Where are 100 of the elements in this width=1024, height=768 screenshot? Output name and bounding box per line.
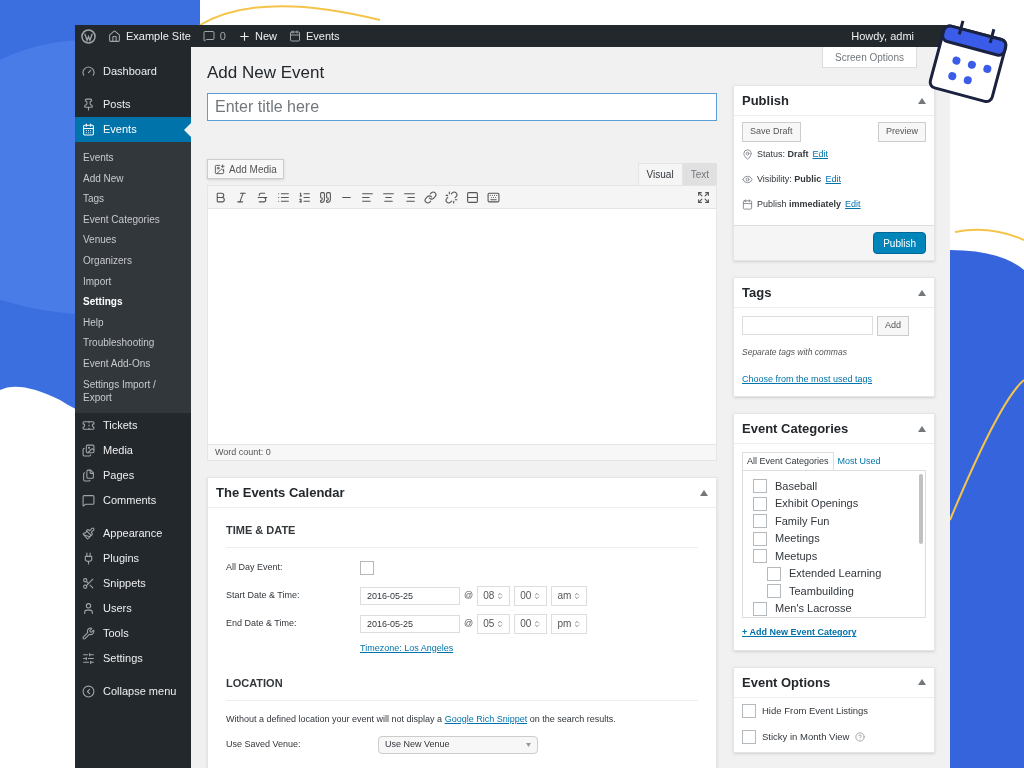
checkbox[interactable] <box>753 601 767 616</box>
submenu-item[interactable]: Event Add-Ons <box>75 353 191 375</box>
submenu-item[interactable]: Add New <box>75 168 191 190</box>
collapse-arrow-icon[interactable] <box>700 489 708 496</box>
venue-select[interactable]: Use New Venue <box>378 736 538 754</box>
pin-icon <box>742 149 753 160</box>
submenu-item[interactable]: Settings Import / Export <box>75 374 191 407</box>
events-link[interactable]: Events <box>288 27 340 45</box>
checkbox[interactable] <box>753 514 767 528</box>
scrollbar[interactable] <box>919 474 923 545</box>
home-icon <box>108 29 121 43</box>
preview-button[interactable]: Preview <box>878 122 926 142</box>
menu-item[interactable]: Snippets <box>75 570 191 596</box>
add-category-link[interactable]: + Add New Event Category <box>742 626 926 640</box>
publish-button[interactable]: Publish <box>873 232 926 254</box>
minute-select[interactable]: 00 <box>514 585 548 606</box>
read-more-icon[interactable] <box>466 190 479 204</box>
meridian-select[interactable]: am <box>551 585 588 606</box>
checkbox[interactable] <box>753 531 767 546</box>
collapse-arrow-icon[interactable] <box>918 679 926 686</box>
at-sign: @ <box>464 588 474 602</box>
checkbox[interactable] <box>753 496 767 511</box>
strikethrough-icon[interactable] <box>256 190 269 204</box>
hour-select[interactable]: 08 <box>477 585 511 606</box>
checkbox[interactable] <box>753 549 767 563</box>
title-field[interactable]: Enter title here <box>207 93 717 121</box>
greeting[interactable]: Howdy, admi <box>851 27 914 45</box>
date-field[interactable]: 2016-05-25 <box>360 614 460 633</box>
menu-item[interactable]: Plugins <box>75 545 191 571</box>
collapse-arrow-icon[interactable] <box>918 425 926 432</box>
editor-tab[interactable]: Text <box>682 163 717 185</box>
submenu-item[interactable]: Settings <box>75 292 191 313</box>
hour-select[interactable]: 05 <box>477 613 511 634</box>
plug-icon <box>82 551 95 565</box>
site-link[interactable]: Example Site <box>108 27 191 45</box>
submenu-item[interactable]: Organizers <box>75 250 191 272</box>
checkbox[interactable] <box>742 730 756 745</box>
minute-select[interactable]: 00 <box>514 613 548 634</box>
edit-link[interactable]: Edit <box>812 147 829 162</box>
timezone-link[interactable]: Timezone: Los Angeles <box>360 641 698 655</box>
add-media-button[interactable]: Add Media <box>207 159 284 179</box>
snippet-link[interactable]: Google Rich Snippet <box>444 713 528 724</box>
section-heading: TIME & DATE <box>226 522 698 548</box>
submenu-item[interactable]: Tags <box>75 189 191 210</box>
edit-link[interactable]: Edit <box>845 197 861 212</box>
publish-setting: Publish immediately <box>757 197 842 211</box>
edit-link[interactable]: Edit <box>825 172 841 187</box>
collapse-arrow-icon[interactable] <box>918 97 926 104</box>
tag-field[interactable] <box>742 316 873 335</box>
submenu-item[interactable]: Import <box>75 271 191 293</box>
category-tab[interactable]: Most Used <box>833 452 885 471</box>
scissors-icon <box>82 576 95 590</box>
most-used-tags-link[interactable]: Choose from the most used tags <box>742 372 926 387</box>
menu-item[interactable]: Pages <box>75 462 191 488</box>
bullet-list-icon[interactable] <box>277 190 290 204</box>
align-left-icon[interactable] <box>361 190 374 204</box>
keyboard-icon[interactable] <box>487 190 500 204</box>
align-center-icon[interactable] <box>382 190 395 204</box>
quote-icon[interactable] <box>319 190 332 204</box>
menu-item[interactable]: Tickets <box>75 412 191 438</box>
menu-item[interactable]: Posts <box>75 92 191 117</box>
submenu-item[interactable]: Help <box>75 312 191 334</box>
menu-item[interactable]: Dashboard <box>75 59 191 84</box>
save-draft-button[interactable]: Save Draft <box>742 122 801 142</box>
meridian-select[interactable]: pm <box>551 613 588 634</box>
category-label: Family Fun <box>775 513 830 529</box>
submenu-item[interactable]: Venues <box>75 230 191 251</box>
fullscreen-icon[interactable] <box>697 190 710 204</box>
menu-item[interactable]: Comments <box>75 487 191 513</box>
checkbox[interactable] <box>360 560 374 575</box>
unlink-icon[interactable] <box>445 190 458 204</box>
menu-item[interactable]: Tools <box>75 620 191 646</box>
bold-icon[interactable] <box>214 190 227 204</box>
add-tag-button[interactable]: Add <box>877 316 909 336</box>
checkbox[interactable] <box>742 703 756 718</box>
italic-icon[interactable] <box>235 190 248 204</box>
submenu-item[interactable]: Events <box>75 148 191 169</box>
checkbox[interactable] <box>767 566 781 581</box>
menu-item[interactable]: Events <box>75 117 191 142</box>
screen-options-tab[interactable]: Screen Options <box>822 47 917 68</box>
logo-icon[interactable] <box>81 28 96 44</box>
numbered-list-icon[interactable] <box>298 190 311 204</box>
comments-link[interactable]: 0 <box>202 27 226 45</box>
checkbox[interactable] <box>767 584 781 598</box>
checkbox[interactable] <box>753 479 767 493</box>
submenu-item[interactable]: Troubleshooting <box>75 333 191 354</box>
menu-item[interactable]: Users <box>75 595 191 621</box>
option-label: Sticky in Month View <box>762 730 850 744</box>
submenu-item[interactable]: Event Categories <box>75 209 191 231</box>
menu-item[interactable]: Collapse menu <box>75 678 191 704</box>
editor-tab[interactable]: Visual <box>637 163 683 185</box>
link-icon[interactable] <box>424 190 437 204</box>
category-tab[interactable]: All Event Categories <box>742 452 834 471</box>
align-right-icon[interactable] <box>403 190 416 204</box>
date-field[interactable]: 2016-05-25 <box>360 586 460 605</box>
menu-item[interactable]: Appearance <box>75 520 191 546</box>
new-link[interactable]: New <box>237 27 277 45</box>
collapse-arrow-icon[interactable] <box>918 289 926 296</box>
menu-item[interactable]: Settings <box>75 645 191 671</box>
menu-item[interactable]: Media <box>75 437 191 463</box>
